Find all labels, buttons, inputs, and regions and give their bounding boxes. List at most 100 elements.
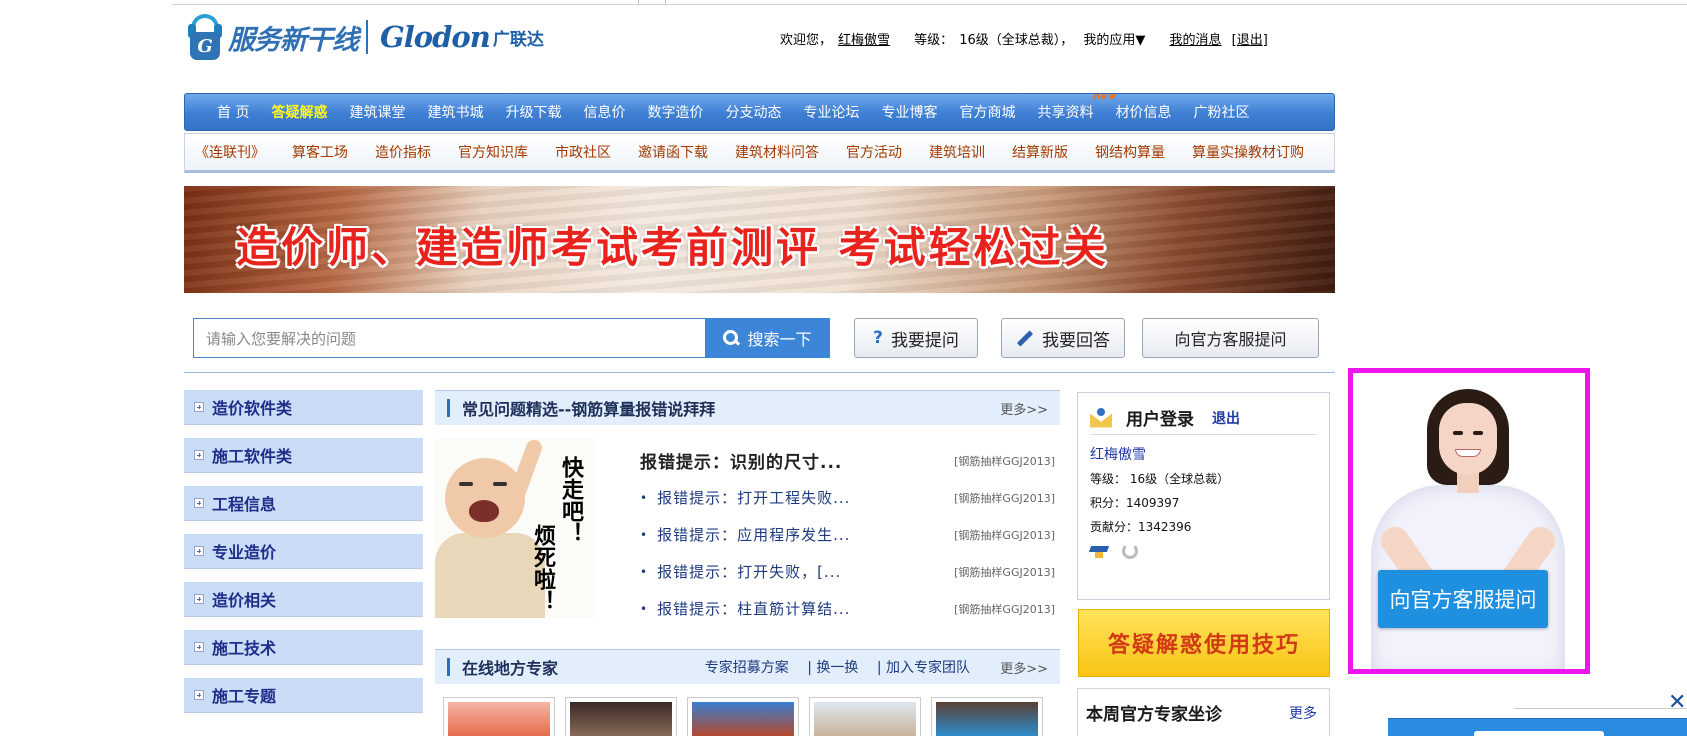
nav-item-bookstore[interactable]: 建筑书城 [427,102,483,122]
subnav-item[interactable]: 算客工场 [292,142,348,162]
nav-item-price-info[interactable]: 信息价 [583,102,625,122]
expert-avatar[interactable] [443,697,555,736]
nav-item-digital-cost[interactable]: 数字造价 [647,102,703,122]
subnav-item[interactable]: 官方知识库 [458,142,528,162]
usage-tips-button[interactable]: 答疑解惑使用技巧 [1078,609,1330,677]
category-item[interactable]: 工程信息 [184,486,423,521]
category-item[interactable]: 施工专题 [184,678,423,713]
list-item[interactable]: • 报错提示：打开失败，[... [钢筋抽样GGJ2013] [640,553,1055,590]
list-item[interactable]: • 报错提示：打开工程失败... [钢筋抽样GGJ2013] [640,479,1055,516]
nav-item-branch-news[interactable]: 分支动态 [725,102,781,122]
level-value: 16级（全球总裁）， [959,33,1074,48]
faq-more-link[interactable]: 更多>> [1000,399,1048,418]
ask-question-button[interactable]: ? 我要提问 [854,318,978,358]
floating-service-ad[interactable]: 向官方客服提问 [1348,368,1590,674]
category-item[interactable]: 专业造价 [184,534,423,569]
login-username[interactable]: 红梅傲雪 [1090,443,1317,467]
nav-item-material-price[interactable]: 材价信息 [1115,102,1171,122]
ad-ask-official-button[interactable]: 向官方客服提问 [1378,570,1548,628]
search-button-label: 搜索一下 [747,330,812,349]
subnav-item[interactable]: 《连联刊》 [195,142,265,162]
faq-item-tag: [钢筋抽样GGJ2013] [954,491,1055,505]
subnav-item[interactable]: 钢结构算量 [1095,142,1165,162]
expert-avatar[interactable] [809,697,921,736]
nav-item-shared[interactable]: 共享资料 new [1037,92,1116,122]
category-item[interactable]: 施工软件类 [184,438,423,473]
login-box-title: 用户登录 [1126,410,1194,430]
expert-avatar[interactable] [931,697,1043,736]
subnav-item[interactable]: 算量实操教材订购 [1192,142,1304,162]
ad-model-eye [1473,431,1483,435]
close-icon[interactable]: ✕ [1668,690,1686,715]
logo-text-en: Glodon [380,20,491,54]
exam-banner[interactable]: 造价师、建造师考试考前测评 考试轻松过关 [184,186,1335,293]
faq-item-tag: [钢筋抽样GGJ2013] [954,565,1055,579]
login-logout-link[interactable]: 退出 [1212,408,1240,428]
logo-separator [366,20,368,54]
faq-item-title[interactable]: 报错提示：柱直筋计算结... [657,598,850,619]
bullet-icon: • [640,601,648,616]
subnav-item[interactable]: 市政社区 [555,142,611,162]
title-bar-marker [447,658,450,676]
category-label: 施工专题 [212,687,277,706]
chat-widget-input[interactable] [1474,731,1604,736]
login-box: 用户登录 退出 红梅傲雪 等级： 16级（全球总裁） 积分：1409397 贡献… [1077,392,1330,600]
join-experts-link[interactable]: 加入专家团队 [886,660,970,676]
username-link[interactable]: 红梅傲雪 [838,33,890,48]
bullet-icon: • [640,490,648,505]
subnav-item[interactable]: 官方活动 [846,142,902,162]
link-separator: | [807,660,812,676]
pencil-icon [1016,329,1034,347]
category-item[interactable]: 造价软件类 [184,390,423,425]
nav-item-forum[interactable]: 专业论坛 [803,102,859,122]
faq-item-title[interactable]: 报错提示：应用程序发生... [657,524,850,545]
ask-official-button[interactable]: 向官方客服提问 [1142,318,1319,358]
subnav-item[interactable]: 建筑培训 [929,142,985,162]
list-item[interactable]: • 报错提示：柱直筋计算结... [钢筋抽样GGJ2013] [640,590,1055,627]
subnav-item[interactable]: 建筑材料问答 [735,142,819,162]
nav-item-mall[interactable]: 官方商城 [959,102,1015,122]
chat-widget[interactable] [1388,718,1687,736]
top-rule-divider [638,0,639,5]
my-apps-menu[interactable]: 我的应用▼ [1083,33,1145,48]
login-level: 等级： 16级（全球总裁） [1090,472,1230,486]
subnav-item[interactable]: 结算新版 [1012,142,1068,162]
login-box-body: 红梅傲雪 等级： 16级（全球总裁） 积分：1409397 贡献分：134239… [1078,435,1329,567]
list-item[interactable]: • 报错提示：应用程序发生... [钢筋抽样GGJ2013] [640,516,1055,553]
category-item[interactable]: 施工技术 [184,630,423,665]
faq-panel-title: 常见问题精选--钢筋算量报错说拜拜 [462,400,716,419]
graduation-cap-icon[interactable] [1090,543,1108,559]
experts-more-link[interactable]: 更多>> [1000,658,1048,677]
search-input[interactable]: 请输入您要解决的问题 [193,318,705,358]
question-mark-icon: ? [873,328,883,348]
subnav-item[interactable]: 邀请函下载 [638,142,708,162]
my-messages-link[interactable]: 我的消息 [1170,33,1222,48]
category-item[interactable]: 造价相关 [184,582,423,617]
subnav-item[interactable]: 造价指标 [375,142,431,162]
section-divider [184,372,1335,373]
recruit-plan-link[interactable]: 专家招募方案 [705,660,789,676]
nav-item-download[interactable]: 升级下载 [505,102,561,122]
site-logo[interactable]: G 服务新干线 Glodon 广联达 [188,12,588,62]
nav-item-blog[interactable]: 专业博客 [881,102,937,122]
list-item[interactable]: 报错提示：识别的尺寸... [钢筋抽样GGJ2013] [640,442,1055,479]
nav-item-qa[interactable]: 答疑解惑 [271,102,327,122]
nav-item-home[interactable]: 首 页 [217,102,249,122]
nav-item-classroom[interactable]: 建筑课堂 [349,102,405,122]
weekly-more-link[interactable]: 更多 [1289,703,1317,723]
faq-item-title[interactable]: 报错提示：识别的尺寸... [640,448,842,473]
faq-item-tag: [钢筋抽样GGJ2013] [954,602,1055,616]
answer-question-button[interactable]: 我要回答 [1001,318,1125,358]
expert-avatar[interactable] [565,697,677,736]
nav-item-community[interactable]: 广粉社区 [1193,102,1249,122]
ask-button-label: 我要提问 [890,330,959,351]
expert-avatar[interactable] [687,697,799,736]
faq-item-title[interactable]: 报错提示：打开失败，[... [657,561,841,582]
faq-panel-header: 常见问题精选--钢筋算量报错说拜拜 更多>> [435,390,1060,425]
refresh-experts-link[interactable]: 换一换 [816,660,858,676]
weekly-experts-header: 本周官方专家坐诊 更多 [1077,688,1330,736]
experts-panel-title: 在线地方专家 [462,659,559,678]
logout-link[interactable]: [退出] [1232,33,1268,48]
faq-item-title[interactable]: 报错提示：打开工程失败... [657,487,850,508]
search-button[interactable]: 搜索一下 [705,318,830,358]
